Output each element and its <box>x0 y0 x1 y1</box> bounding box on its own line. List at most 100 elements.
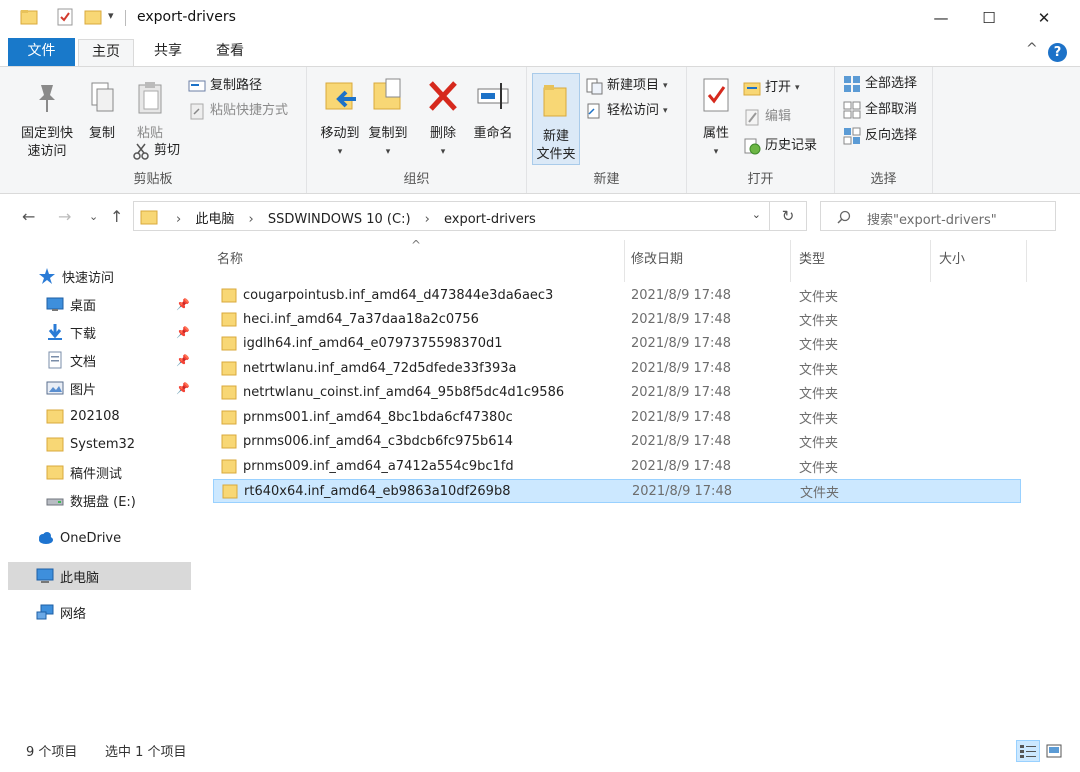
clipboard-group-label: 剪贴板 <box>133 172 173 187</box>
details-view-button[interactable] <box>1016 740 1040 762</box>
table-row[interactable]: prnms006.inf_amd64_c3bdcb6fc975b614 2021… <box>213 429 1021 453</box>
rename-button[interactable]: 重命名 <box>467 77 519 143</box>
sidebar-item-documents[interactable]: 文档 <box>46 346 186 374</box>
pin-icon[interactable]: 📌 <box>176 298 190 311</box>
sidebar-item-this-pc[interactable]: 此电脑 <box>8 562 191 590</box>
cut-button[interactable]: 剪切 <box>132 140 180 162</box>
pin-icon[interactable]: 📌 <box>176 382 190 395</box>
file-date: 2021/8/9 17:48 <box>631 311 731 327</box>
maximize-button[interactable]: ☐ <box>966 0 1012 36</box>
file-date: 2021/8/9 17:48 <box>631 409 731 425</box>
folder-icon <box>221 434 237 449</box>
paste-button[interactable]: 粘贴 <box>130 81 170 143</box>
table-row-selected[interactable]: rt640x64.inf_amd64_eb9863a10df269b8 2021… <box>213 479 1021 503</box>
sidebar-item-onedrive[interactable]: OneDrive <box>36 524 186 552</box>
new-item-button[interactable]: 新建项目 ▾ <box>585 75 668 97</box>
paste-shortcut-button[interactable]: 粘贴快捷方式 <box>188 100 288 122</box>
properties-check-icon[interactable] <box>56 8 74 26</box>
sidebar-item-label: 下载 <box>70 326 97 342</box>
sidebar-item-data-drive[interactable]: 数据盘 (E:) <box>46 486 186 514</box>
sidebar-item-202108[interactable]: 202108 <box>46 402 186 430</box>
new-folder-button[interactable]: 新建 文件夹 <box>532 73 580 165</box>
file-date: 2021/8/9 17:48 <box>632 483 732 499</box>
table-row[interactable]: prnms001.inf_amd64_8bc1bda6cf47380c 2021… <box>213 405 1021 429</box>
copy-label: 复制 <box>88 126 115 141</box>
column-header-size[interactable]: 大小 <box>931 240 1027 282</box>
pin-quick-access-button[interactable]: 固定到快 速访问 <box>14 81 80 161</box>
help-icon[interactable]: ? <box>1048 43 1067 62</box>
column-header-type[interactable]: 类型 <box>791 240 931 282</box>
file-name: cougarpointusb.inf_amd64_d473844e3da6aec… <box>243 287 554 303</box>
customize-quick-access-icon[interactable]: ▾ <box>108 9 114 22</box>
forward-arrow-icon[interactable]: → <box>58 207 71 226</box>
copy-icon <box>91 82 114 112</box>
table-row[interactable]: prnms009.inf_amd64_a7412a554c9bc1fd 2021… <box>213 454 1021 478</box>
breadcrumb-this-pc[interactable]: 此电脑 <box>195 212 234 227</box>
sidebar-item-label: 桌面 <box>70 298 97 314</box>
move-to-button[interactable]: 移动到 ▾ <box>315 77 365 161</box>
sidebar-item-downloads[interactable]: 下载 <box>46 318 186 346</box>
new-folder-icon[interactable] <box>84 8 102 26</box>
address-bar[interactable]: › 此电脑 › SSDWINDOWS 10 (C:) › export-driv… <box>133 201 770 231</box>
invert-selection-button[interactable]: 反向选择 <box>843 125 917 147</box>
sidebar-item-network[interactable]: 网络 <box>36 598 186 626</box>
recent-locations-chevron-icon[interactable]: ⌄ <box>89 210 98 223</box>
table-row[interactable]: heci.inf_amd64_7a37daa18a2c0756 2021/8/9… <box>213 307 1021 331</box>
table-row[interactable]: netrtwlanu.inf_amd64_72d5dfede33f393a 20… <box>213 356 1021 380</box>
file-date: 2021/8/9 17:48 <box>631 360 731 376</box>
copy-button[interactable]: 复制 <box>82 81 122 143</box>
up-arrow-icon[interactable]: ↑ <box>110 207 123 226</box>
copy-path-button[interactable]: 复制路径 <box>188 75 262 97</box>
sidebar-item-quick-access[interactable]: 快速访问 <box>38 262 188 290</box>
delete-button[interactable]: 删除 ▾ <box>423 77 463 161</box>
address-dropdown-icon[interactable]: ⌄ <box>752 208 761 221</box>
sidebar-item-pictures[interactable]: 图片 <box>46 374 186 402</box>
column-header-name[interactable]: 名称 <box>209 240 625 282</box>
sidebar-item-system32[interactable]: System32 <box>46 430 186 458</box>
column-header-date[interactable]: 修改日期 <box>623 240 791 282</box>
file-name: prnms009.inf_amd64_a7412a554c9bc1fd <box>243 458 514 474</box>
pin-icon[interactable]: 📌 <box>176 326 190 339</box>
copy-to-button[interactable]: 复制到 ▾ <box>363 77 413 161</box>
ribbon-tabs: 文件 主页 共享 查看 <box>0 36 1080 66</box>
breadcrumb-separator-icon[interactable]: › <box>425 212 430 227</box>
folder-icon <box>221 410 237 425</box>
search-input[interactable]: 搜索"export-drivers" <box>820 201 1056 231</box>
breadcrumb-export-drivers[interactable]: export-drivers <box>444 212 536 227</box>
history-button[interactable]: 历史记录 <box>743 135 817 157</box>
network-icon <box>36 604 54 620</box>
tab-view[interactable]: 查看 <box>202 39 258 66</box>
minimize-button[interactable]: — <box>918 0 964 36</box>
easy-access-button[interactable]: 轻松访问 ▾ <box>585 100 668 122</box>
breadcrumb-separator-icon: › <box>176 212 182 227</box>
back-arrow-icon[interactable]: ← <box>22 207 35 226</box>
tab-file[interactable]: 文件 <box>8 38 75 66</box>
rename-label: 重命名 <box>473 126 513 141</box>
move-to-caret: ▾ <box>337 147 343 157</box>
table-row[interactable]: igdlh64.inf_amd64_e0797375598370d1 2021/… <box>213 331 1021 355</box>
history-label: 历史记录 <box>765 138 818 153</box>
open-button[interactable]: 打开 ▾ <box>743 77 800 99</box>
close-button[interactable]: ✕ <box>1021 0 1067 36</box>
edit-button[interactable]: 编辑 <box>743 106 791 128</box>
properties-button[interactable]: 属性 ▾ <box>695 77 737 161</box>
ribbon: 固定到快 速访问 复制 粘贴 复制路径 粘贴快捷方式 剪切 剪贴板 移动到 ▾ … <box>0 66 1080 194</box>
table-row[interactable]: cougarpointusb.inf_amd64_d473844e3da6aec… <box>213 283 1021 307</box>
select-none-button[interactable]: 全部取消 <box>843 99 917 121</box>
select-all-button[interactable]: 全部选择 <box>843 73 917 95</box>
pin-icon[interactable]: 📌 <box>176 354 190 367</box>
breadcrumb-separator-icon[interactable]: › <box>249 212 254 227</box>
sidebar-item-label: 稿件测试 <box>70 466 123 482</box>
tab-share[interactable]: 共享 <box>140 39 196 66</box>
collapse-ribbon-icon[interactable]: ^ <box>1026 41 1038 57</box>
sidebar-item-manuscript-test[interactable]: 稿件测试 <box>46 458 186 486</box>
delete-caret: ▾ <box>440 147 446 157</box>
refresh-icon[interactable]: ↻ <box>770 201 807 231</box>
tab-home[interactable]: 主页 <box>78 39 134 66</box>
sidebar-item-desktop[interactable]: 桌面 <box>46 290 186 318</box>
large-icons-view-button[interactable] <box>1042 740 1066 762</box>
breadcrumb-drive-c[interactable]: SSDWINDOWS 10 (C:) <box>268 212 411 227</box>
file-type: 文件夹 <box>799 313 839 329</box>
table-row[interactable]: netrtwlanu_coinst.inf_amd64_95b8f5dc4d1c… <box>213 380 1021 404</box>
folder-icon[interactable] <box>20 8 38 26</box>
